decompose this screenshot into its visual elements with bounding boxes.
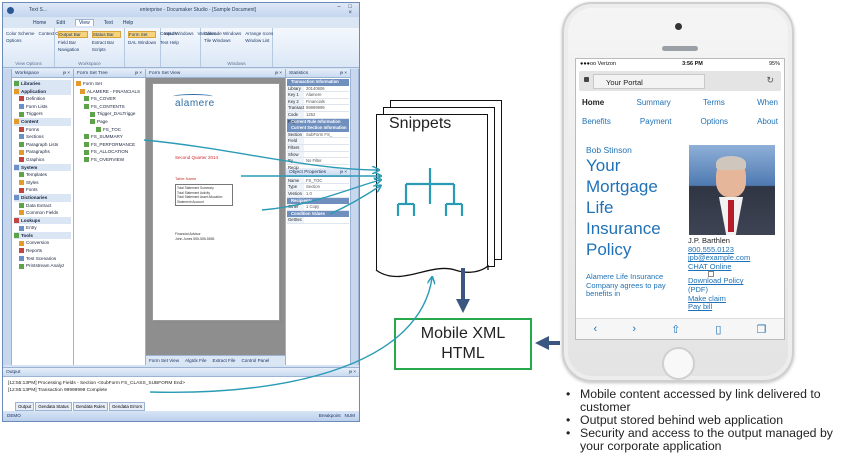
feature-bullets: Mobile content accessed by link delivere… bbox=[566, 388, 856, 453]
snippets-hierarchy-icon bbox=[396, 168, 464, 216]
navy-arrows bbox=[456, 268, 560, 350]
snippet-sheet-wave bbox=[375, 264, 489, 278]
arrow-output-to-mobile bbox=[149, 278, 432, 393]
arrow-props-to-snippets bbox=[329, 186, 380, 215]
diagram-stage: Text S... enterprise - Documaker Studio … bbox=[0, 0, 859, 469]
arrow-box-to-snippets bbox=[261, 180, 380, 211]
teal-arrows bbox=[143, 139, 432, 393]
snippets-label: Snippets bbox=[389, 115, 452, 132]
bullet-item: Security and access to the output manage… bbox=[566, 427, 856, 453]
arrow-tree-to-snippets bbox=[143, 139, 378, 170]
bullet-item: Mobile content accessed by link delivere… bbox=[566, 388, 856, 414]
